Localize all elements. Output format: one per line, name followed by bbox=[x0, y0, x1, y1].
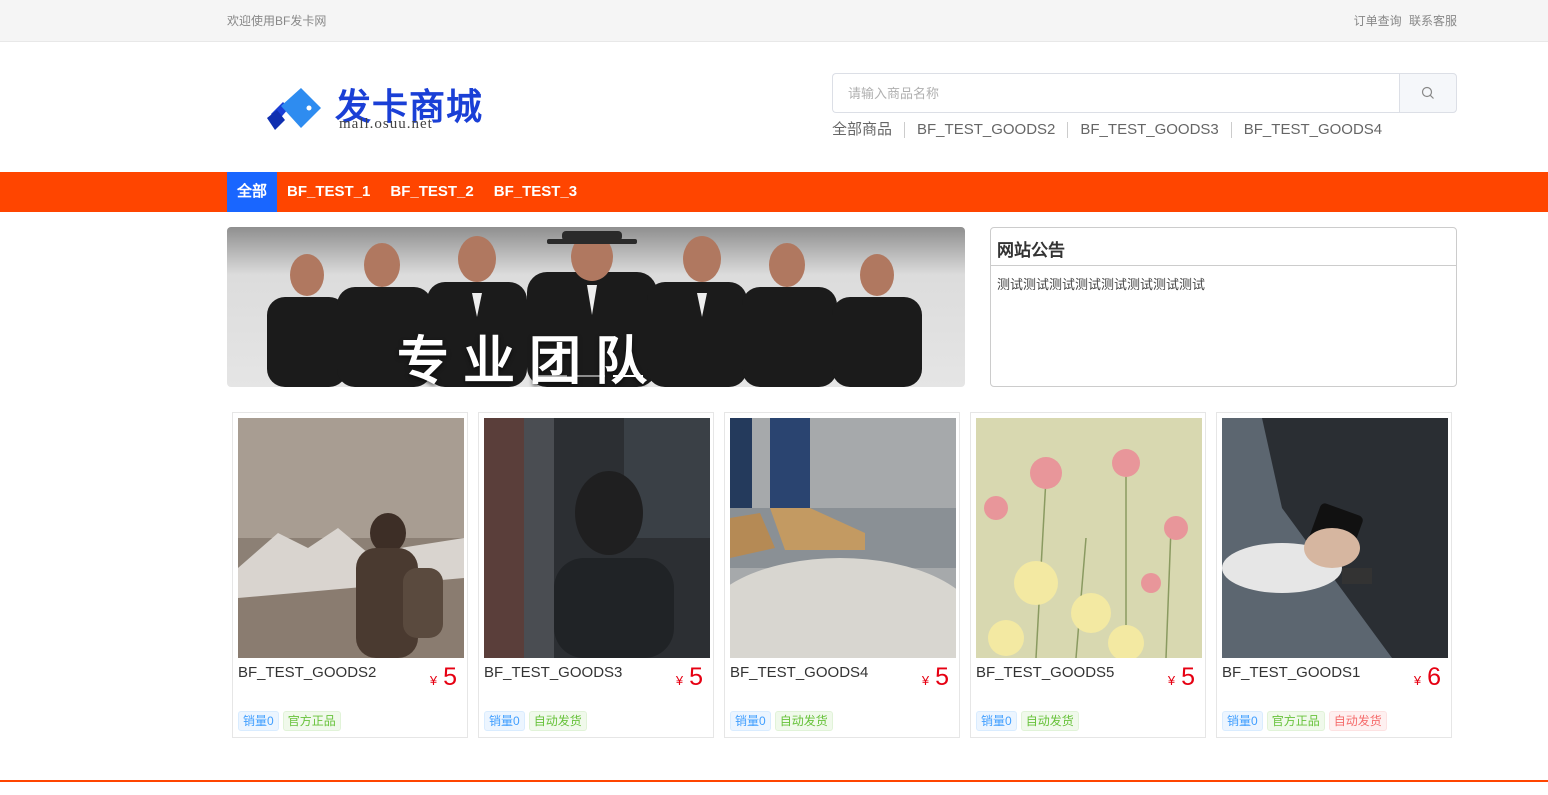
quick-link-goods3[interactable]: BF_TEST_GOODS3 bbox=[1067, 122, 1230, 138]
price-value: 6 bbox=[1427, 663, 1441, 691]
nav-item-bf-test-1[interactable]: BF_TEST_1 bbox=[277, 172, 380, 212]
goods-tags: 销量0 自动发货 bbox=[730, 711, 833, 731]
price-value: 5 bbox=[443, 663, 457, 691]
tag-sales: 销量0 bbox=[238, 711, 279, 731]
price-value: 5 bbox=[1181, 663, 1195, 691]
footer-divider bbox=[0, 780, 1548, 782]
nav-item-bf-test-3[interactable]: BF_TEST_3 bbox=[484, 172, 587, 212]
header: 发卡商城 mall.osuu.net 全部商品 BF_TEST_GOODS2 B… bbox=[0, 42, 1548, 172]
goods-price: ¥5 bbox=[676, 663, 703, 692]
goods-tags: 销量0 官方正品 自动发货 bbox=[1222, 711, 1387, 731]
carousel-indicators bbox=[537, 375, 643, 377]
goods-card[interactable]: BF_TEST_GOODS1 ¥6 销量0 官方正品 自动发货 bbox=[1216, 412, 1452, 738]
goods-image[interactable] bbox=[976, 418, 1202, 658]
welcome-text: 欢迎使用BF发卡网 bbox=[227, 14, 327, 28]
tag-official: 官方正品 bbox=[1266, 711, 1325, 731]
price-value: 5 bbox=[935, 663, 949, 691]
goods-tags: 销量0 自动发货 bbox=[484, 711, 587, 731]
goods-price: ¥5 bbox=[1168, 663, 1195, 692]
category-nav: 全部 BF_TEST_1 BF_TEST_2 BF_TEST_3 bbox=[0, 172, 1548, 212]
goods-image[interactable] bbox=[484, 418, 710, 658]
goods-image-phone bbox=[1222, 418, 1448, 658]
notice-body: 测试测试测试测试测试测试测试测试 bbox=[997, 277, 1206, 292]
price-currency: ¥ bbox=[1167, 673, 1176, 688]
logo-subtitle: mall.osuu.net bbox=[339, 116, 433, 132]
carousel-dot-active[interactable] bbox=[613, 375, 643, 377]
tag-official: 官方正品 bbox=[282, 711, 341, 731]
price-value: 5 bbox=[689, 663, 703, 691]
tag-sales: 销量0 bbox=[976, 711, 1017, 731]
tag-auto-delivery: 自动发货 bbox=[1328, 711, 1387, 731]
goods-image[interactable] bbox=[730, 418, 956, 658]
price-currency: ¥ bbox=[429, 673, 438, 688]
goods-image[interactable] bbox=[1222, 418, 1448, 658]
search-button[interactable] bbox=[1399, 73, 1457, 113]
notice-title: 网站公告 bbox=[991, 228, 1456, 266]
goods-card[interactable]: BF_TEST_GOODS5 ¥5 销量0 自动发货 bbox=[970, 412, 1206, 738]
goods-image-flowers bbox=[976, 418, 1202, 658]
goods-card[interactable]: BF_TEST_GOODS2 ¥5 销量0 官方正品 bbox=[232, 412, 468, 738]
goods-name[interactable]: BF_TEST_GOODS3 bbox=[484, 664, 708, 681]
goods-price: ¥6 bbox=[1414, 663, 1441, 692]
goods-tags: 销量0 自动发货 bbox=[976, 711, 1079, 731]
goods-name[interactable]: BF_TEST_GOODS2 bbox=[238, 664, 462, 681]
search-bar bbox=[832, 73, 1457, 113]
tag-sales: 销量0 bbox=[1222, 711, 1263, 731]
goods-name[interactable]: BF_TEST_GOODS4 bbox=[730, 664, 954, 681]
tag-auto-delivery: 自动发货 bbox=[774, 711, 833, 731]
tag-sales: 销量0 bbox=[484, 711, 525, 731]
quick-links: 全部商品 BF_TEST_GOODS2 BF_TEST_GOODS3 BF_TE… bbox=[832, 122, 1394, 138]
goods-price: ¥5 bbox=[922, 663, 949, 692]
search-icon bbox=[1421, 86, 1434, 99]
goods-image-hiker bbox=[238, 418, 464, 658]
goods-tags: 销量0 官方正品 bbox=[238, 711, 341, 731]
tag-auto-delivery: 自动发货 bbox=[1020, 711, 1079, 731]
order-query-link[interactable]: 订单查询 bbox=[1354, 14, 1402, 28]
search-input[interactable] bbox=[832, 73, 1399, 113]
nav-item-all[interactable]: 全部 bbox=[227, 172, 278, 212]
logo-diamond-icon bbox=[267, 88, 321, 130]
goods-list: BF_TEST_GOODS2 ¥5 销量0 官方正品 BF_TEST_GOODS… bbox=[227, 412, 1457, 738]
price-currency: ¥ bbox=[921, 673, 930, 688]
banner-row: 专业团队 网站公告 测试测试测试测试测试测试测试测试 bbox=[227, 227, 1457, 387]
top-links: 订单查询 联系客服 bbox=[1350, 12, 1457, 29]
contact-link[interactable]: 联系客服 bbox=[1409, 14, 1457, 28]
goods-name[interactable]: BF_TEST_GOODS5 bbox=[976, 664, 1200, 681]
goods-image[interactable] bbox=[238, 418, 464, 658]
tag-auto-delivery: 自动发货 bbox=[528, 711, 587, 731]
nav-item-bf-test-2[interactable]: BF_TEST_2 bbox=[380, 172, 483, 212]
site-logo[interactable]: 发卡商城 mall.osuu.net bbox=[259, 76, 499, 136]
goods-name[interactable]: BF_TEST_GOODS1 bbox=[1222, 664, 1446, 681]
goods-price: ¥5 bbox=[430, 663, 457, 692]
quick-link-all[interactable]: 全部商品 bbox=[832, 122, 904, 138]
notice-panel: 网站公告 测试测试测试测试测试测试测试测试 bbox=[990, 227, 1457, 387]
quick-link-goods4[interactable]: BF_TEST_GOODS4 bbox=[1230, 122, 1394, 138]
banner-carousel[interactable]: 专业团队 bbox=[227, 227, 965, 387]
price-currency: ¥ bbox=[675, 673, 684, 688]
top-bar: 欢迎使用BF发卡网 订单查询 联系客服 bbox=[0, 0, 1548, 42]
goods-image-man bbox=[484, 418, 710, 658]
goods-card[interactable]: BF_TEST_GOODS3 ¥5 销量0 自动发货 bbox=[478, 412, 714, 738]
tag-sales: 销量0 bbox=[730, 711, 771, 731]
price-currency: ¥ bbox=[1413, 673, 1422, 688]
quick-link-goods2[interactable]: BF_TEST_GOODS2 bbox=[904, 122, 1067, 138]
carousel-dot[interactable] bbox=[537, 375, 567, 377]
carousel-dot[interactable] bbox=[575, 375, 605, 377]
goods-card[interactable]: BF_TEST_GOODS4 ¥5 销量0 自动发货 bbox=[724, 412, 960, 738]
goods-image-boots bbox=[730, 418, 956, 658]
